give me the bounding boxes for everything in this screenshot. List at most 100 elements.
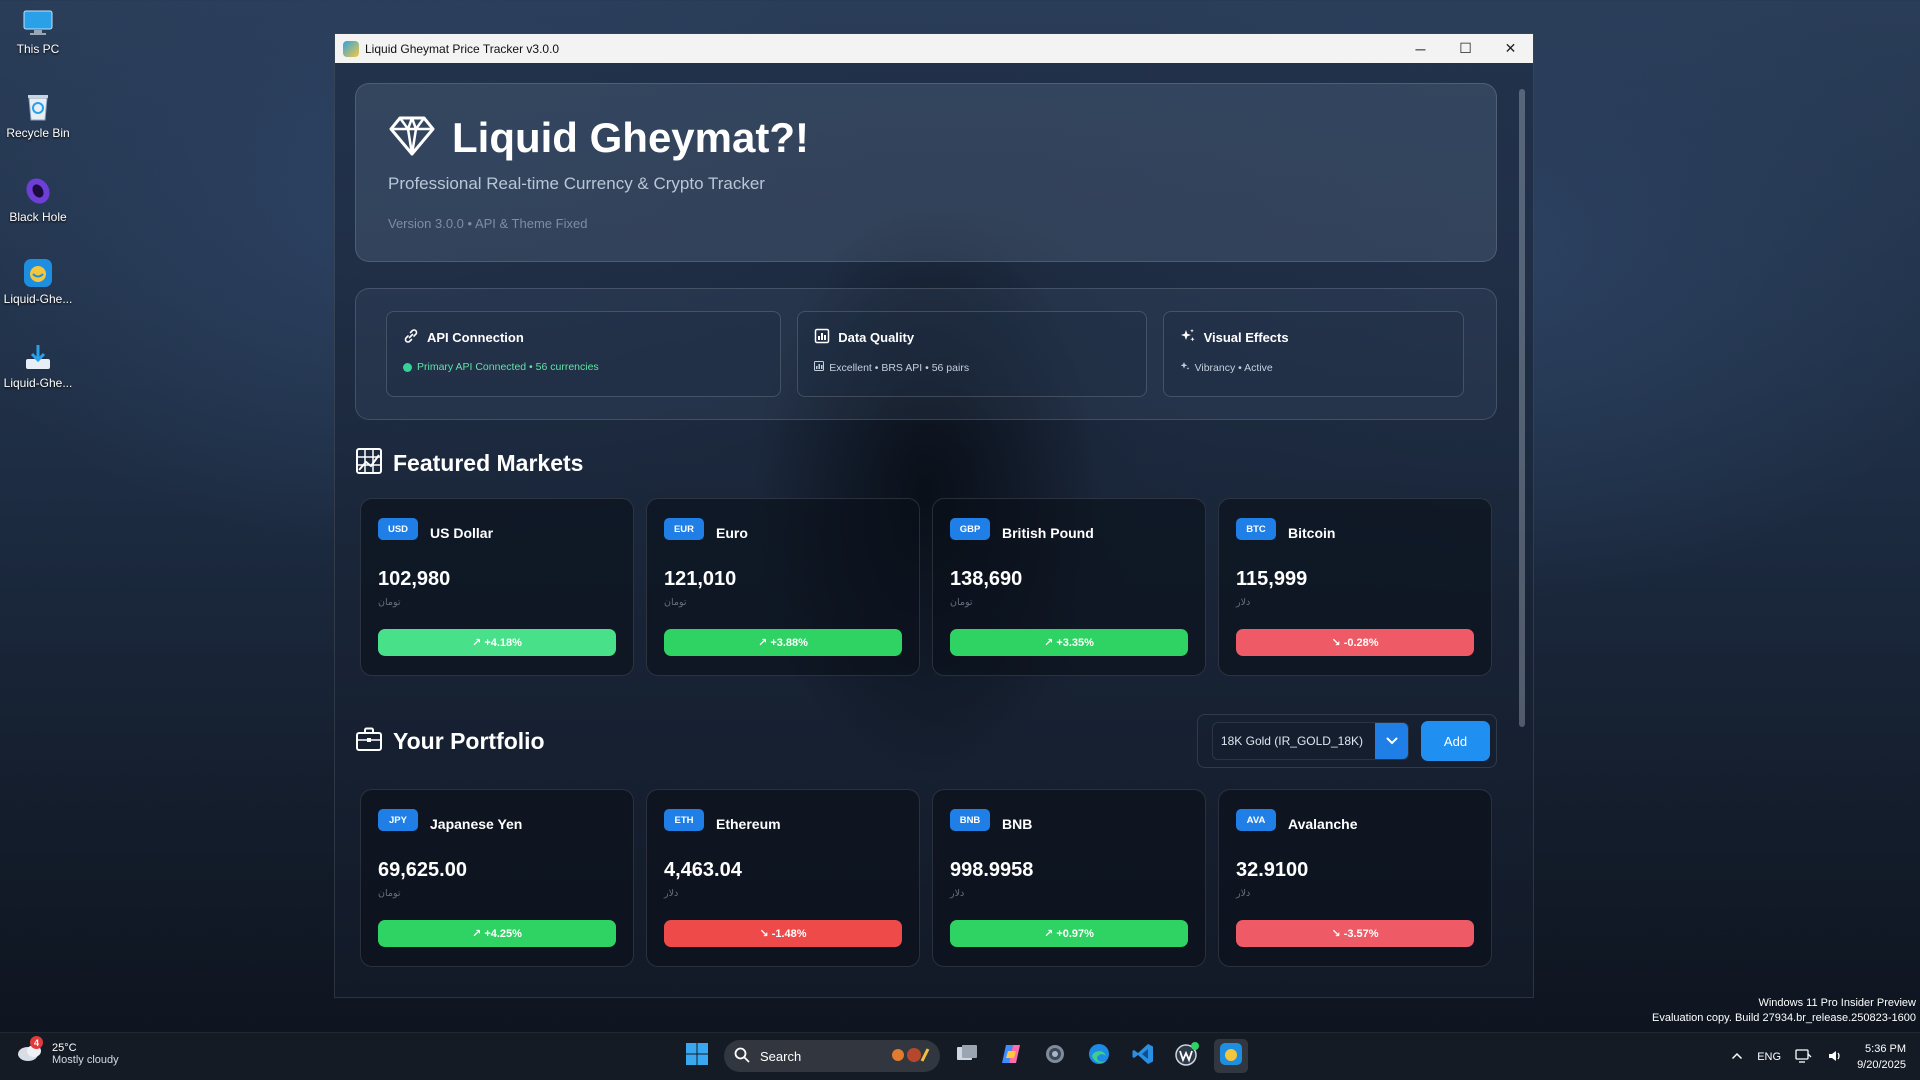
clock-time: 5:36 PM (1865, 1043, 1906, 1055)
vscode-icon (1131, 1042, 1155, 1071)
currency-name: Euro (716, 525, 748, 541)
monitor-icon (21, 8, 55, 38)
desktop-icon-this-pc[interactable]: This PC (0, 8, 76, 56)
grid-chart-icon (355, 447, 383, 480)
weather-condition: Mostly cloudy (52, 1053, 119, 1066)
chevron-down-icon[interactable] (1375, 723, 1408, 759)
status-quality-title: Data Quality (838, 330, 915, 345)
liquid-gheymat-app-icon (21, 258, 55, 288)
desktop-icon-liquid-gheymat-installer[interactable]: Liquid-Ghe... (0, 342, 76, 390)
hero-panel: Liquid Gheymat?! Professional Real-time … (355, 83, 1497, 262)
volume-icon[interactable] (1827, 1048, 1843, 1067)
app-content: Liquid Gheymat?! Professional Real-time … (335, 63, 1533, 997)
status-effects-detail: Vibrancy • Active (1194, 361, 1273, 374)
portfolio-card-ava[interactable]: AVA Avalanche 32.9100 دلار ↘ -3.57% (1218, 789, 1492, 967)
asset-select-value: 18K Gold (IR_GOLD_18K) (1220, 734, 1363, 748)
window-titlebar[interactable]: Liquid Gheymat Price Tracker v3.0.0 ─ ☐ … (335, 34, 1533, 63)
chart-icon (814, 328, 830, 347)
liquid-gheymat-taskbar-icon (1219, 1042, 1243, 1071)
language-indicator[interactable]: ENG (1757, 1051, 1781, 1063)
currency-price: 69,625.00 (378, 859, 467, 881)
portfolio-cards: JPY Japanese Yen 69,625.00 تومان ↗ +4.25… (355, 789, 1497, 967)
currency-badge: BTC (1236, 518, 1276, 540)
system-tray: ENG 5:36 PM 9/20/2025 (1731, 1033, 1906, 1080)
portfolio-header: Your Portfolio 18K Gold (IR_GOLD_18K) Ad… (355, 714, 1497, 768)
status-card-api: API Connection Primary API Connected • 5… (386, 311, 782, 397)
copilot-button[interactable] (994, 1039, 1028, 1073)
briefcase-icon (355, 726, 383, 757)
portfolio-title: Your Portfolio (393, 727, 545, 754)
desktop-icon-label: Liquid-Ghe... (3, 376, 73, 390)
copilot-icon (999, 1042, 1023, 1071)
status-api-detail: Primary API Connected • 56 currencies (417, 361, 599, 373)
currency-name: Avalanche (1288, 816, 1358, 832)
currency-name: BNB (1002, 816, 1033, 832)
edge-icon (1087, 1042, 1111, 1071)
desktop-icon-black-hole[interactable]: Black Hole (0, 176, 76, 224)
desktop-icon-label: This PC (16, 42, 60, 56)
asset-select[interactable]: 18K Gold (IR_GOLD_18K) (1211, 722, 1409, 760)
market-card-gbp[interactable]: GBP British Pound 138,690 تومان ↗ +3.35% (932, 498, 1206, 676)
market-card-eur[interactable]: EUR Euro 121,010 تومان ↗ +3.88% (646, 498, 920, 676)
currency-unit: تومان (950, 597, 973, 608)
currency-badge: USD (378, 518, 418, 540)
installer-icon (21, 342, 55, 372)
currency-badge: BNB (950, 809, 990, 831)
currency-unit: تومان (378, 888, 401, 899)
currency-price: 4,463.04 (664, 859, 742, 881)
app-w-button[interactable] (1170, 1039, 1204, 1073)
change-pill: ↗ +4.25% (378, 920, 616, 947)
change-pill: ↗ +3.88% (664, 629, 902, 656)
start-button[interactable] (680, 1039, 714, 1073)
market-card-usd[interactable]: USD US Dollar 102,980 تومان ↗ +4.18% (360, 498, 634, 676)
edge-button[interactable] (1082, 1039, 1116, 1073)
close-button[interactable]: ✕ (1488, 34, 1533, 63)
chart-small-icon (814, 361, 825, 374)
status-api-title: API Connection (427, 330, 524, 345)
app-subtitle: Professional Real-time Currency & Crypto… (388, 174, 765, 193)
desktop-icon-liquid-gheymat-app[interactable]: Liquid-Ghe... (0, 258, 76, 306)
liquid-gheymat-taskbar-button[interactable] (1214, 1039, 1248, 1073)
clock[interactable]: 5:36 PM 9/20/2025 (1857, 1041, 1906, 1073)
change-pill: ↘ -1.48% (664, 920, 902, 947)
desktop-icon-recycle-bin[interactable]: Recycle Bin (0, 92, 76, 140)
scrollbar-thumb[interactable] (1519, 89, 1525, 727)
market-card-btc[interactable]: BTC Bitcoin 115,999 دلار ↘ -0.28% (1218, 498, 1492, 676)
currency-name: British Pound (1002, 525, 1094, 541)
portfolio-card-eth[interactable]: ETH Ethereum 4,463.04 دلار ↘ -1.48% (646, 789, 920, 967)
search-label: Search (760, 1048, 802, 1064)
watermark-line-1: Windows 11 Pro Insider Preview (1758, 997, 1916, 1009)
currency-unit: تومان (378, 597, 401, 608)
black-hole-icon (21, 176, 55, 206)
desktop-icon-label: Liquid-Ghe... (3, 292, 73, 306)
w-app-icon (1174, 1041, 1200, 1072)
task-view-icon (956, 1044, 978, 1069)
desktop-icon-label: Recycle Bin (6, 126, 70, 140)
maximize-button[interactable]: ☐ (1443, 34, 1488, 63)
desktop-icon-label: Black Hole (9, 210, 67, 224)
chevron-up-icon[interactable] (1731, 1051, 1743, 1063)
status-quality-detail: Excellent • BRS API • 56 pairs (829, 361, 970, 374)
app-title: Liquid Gheymat?! (452, 114, 809, 161)
weather-badge: 4 (30, 1036, 43, 1049)
currency-unit: تومان (664, 597, 687, 608)
add-button[interactable]: Add (1421, 721, 1490, 761)
vscode-button[interactable] (1126, 1039, 1160, 1073)
add-asset-panel: 18K Gold (IR_GOLD_18K) Add (1196, 714, 1497, 768)
portfolio-card-bnb[interactable]: BNB BNB 998.9958 دلار ↗ +0.97% (932, 789, 1206, 967)
network-icon[interactable] (1795, 1048, 1813, 1067)
weather-temperature: 25°C (52, 1041, 77, 1054)
currency-badge: AVA (1236, 809, 1276, 831)
cloud-icon: 4 (16, 1036, 44, 1067)
portfolio-card-jpy[interactable]: JPY Japanese Yen 69,625.00 تومان ↗ +4.25… (360, 789, 634, 967)
task-view-button[interactable] (950, 1039, 984, 1073)
settings-button[interactable] (1038, 1039, 1072, 1073)
currency-price: 138,690 (950, 568, 1023, 590)
currency-badge: JPY (378, 809, 418, 831)
status-card-effects: Visual Effects Vibrancy • Active (1162, 311, 1464, 397)
currency-price: 121,010 (664, 568, 737, 590)
taskbar-search[interactable]: Search (724, 1040, 940, 1072)
weather-widget[interactable]: 4 25°C Mostly cloudy (16, 1036, 119, 1067)
currency-name: US Dollar (430, 525, 494, 541)
minimize-button[interactable]: ─ (1398, 34, 1443, 63)
